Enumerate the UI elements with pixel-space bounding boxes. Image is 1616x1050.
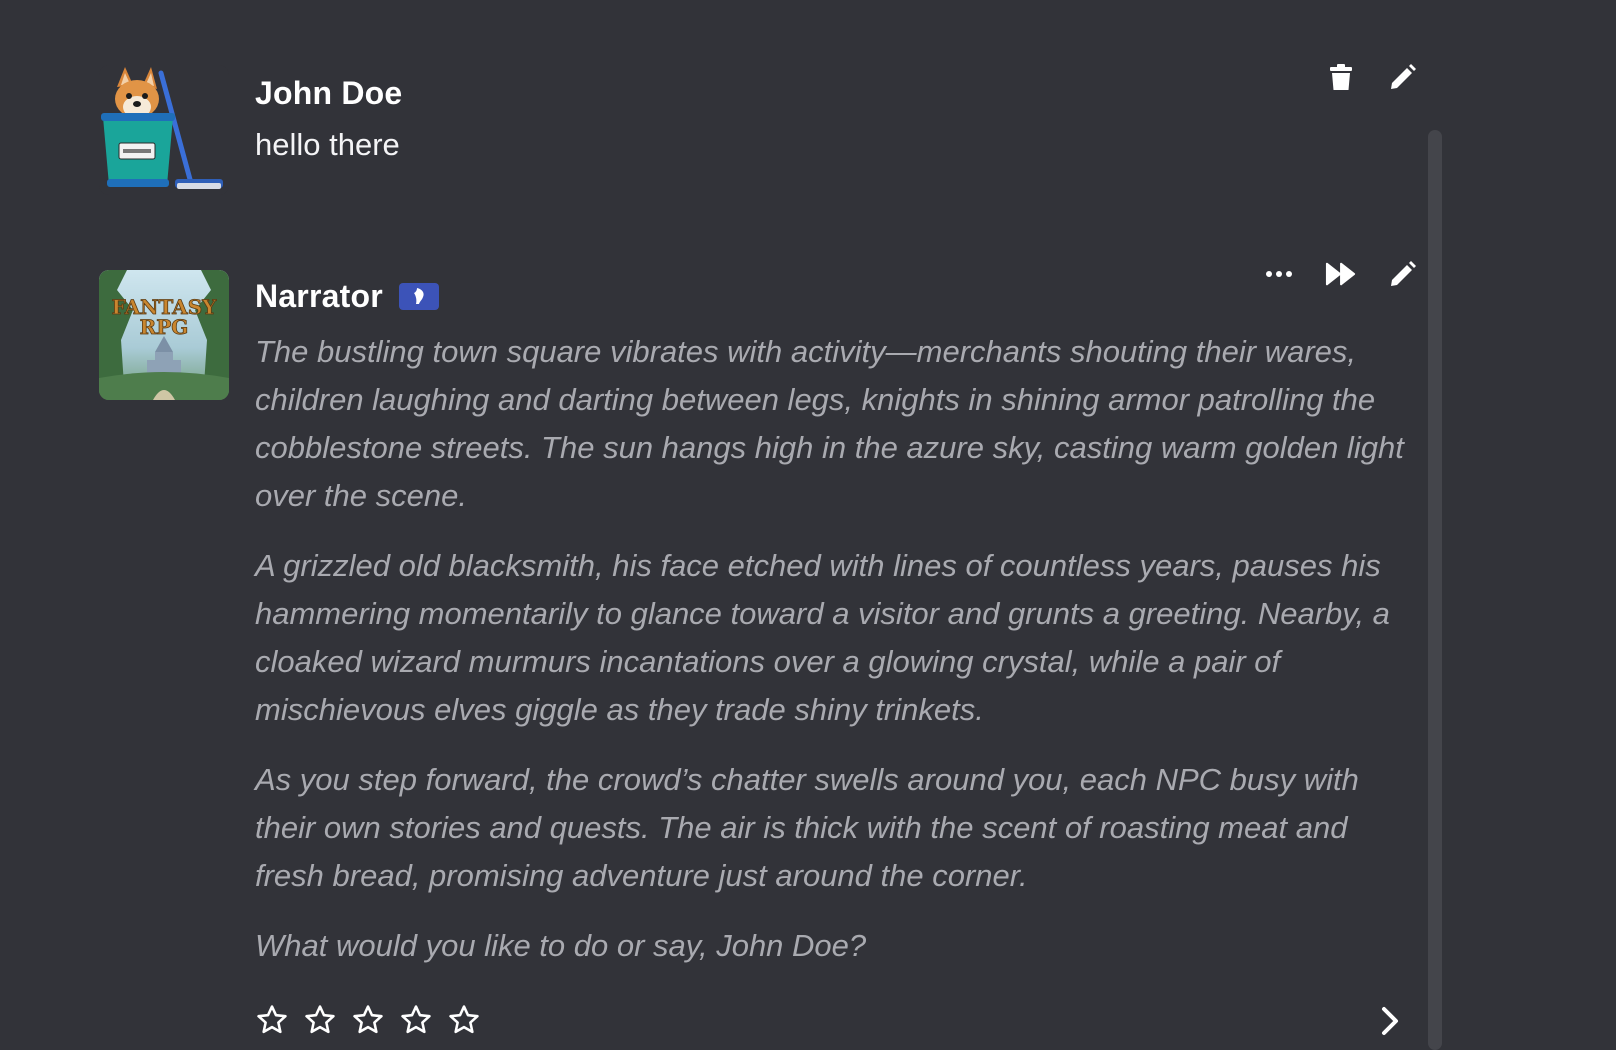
user-name-row: John Doe <box>255 73 1405 113</box>
user-message: John Doe hello there <box>99 62 1419 205</box>
trash-icon <box>1330 64 1352 90</box>
user-message-body: John Doe hello there <box>255 65 1405 165</box>
narrator-name: Narrator <box>255 277 383 314</box>
more-dots-icon <box>1266 271 1292 277</box>
bot-badge-icon <box>398 282 439 310</box>
star-icon-4[interactable] <box>399 1003 433 1037</box>
svg-text:RPG: RPG <box>140 315 189 339</box>
narration-paragraph: As you step forward, the crowd’s chatter… <box>255 762 1359 893</box>
narrator-name-row: Narrator <box>255 276 1405 316</box>
user-message-text: hello there <box>255 127 400 162</box>
narration-paragraph: The bustling town square vibrates with a… <box>255 334 1404 513</box>
narration-paragraph: A grizzled old blacksmith, his face etch… <box>255 548 1390 727</box>
pencil-icon <box>1391 64 1416 89</box>
scrollbar[interactable] <box>1428 130 1442 1050</box>
pencil-icon <box>1391 261 1416 286</box>
continue-button[interactable] <box>1325 259 1357 289</box>
narration-paragraph: What would you like to do or say, John D… <box>255 928 867 963</box>
user-name: John Doe <box>255 74 403 111</box>
star-icon-1[interactable] <box>255 1003 289 1037</box>
chat-page: John Doe hello there FANTASY RPG Narrato… <box>0 0 1616 1050</box>
narrator-message-body: Narrator The bustling town square vibrat… <box>255 268 1405 992</box>
narrator-message-actions <box>1263 259 1419 289</box>
more-options-button[interactable] <box>1263 259 1295 289</box>
rating-row <box>255 1000 1405 1040</box>
edit-button[interactable] <box>1387 62 1419 92</box>
user-message-actions <box>1325 62 1419 92</box>
narration-text: The bustling town square vibrates with a… <box>255 328 1405 970</box>
chevron-right-icon[interactable] <box>1375 1004 1405 1038</box>
edit-button[interactable] <box>1387 259 1419 289</box>
star-icon-2[interactable] <box>303 1003 337 1037</box>
star-icon-5[interactable] <box>447 1003 481 1037</box>
narrator-avatar[interactable]: FANTASY RPG <box>99 270 229 400</box>
fast-forward-icon <box>1325 262 1356 286</box>
delete-button[interactable] <box>1325 62 1357 92</box>
narrator-message: FANTASY RPG Narrator The bustling town s… <box>99 261 1419 1050</box>
user-avatar[interactable] <box>99 65 229 195</box>
star-icon-3[interactable] <box>351 1003 385 1037</box>
